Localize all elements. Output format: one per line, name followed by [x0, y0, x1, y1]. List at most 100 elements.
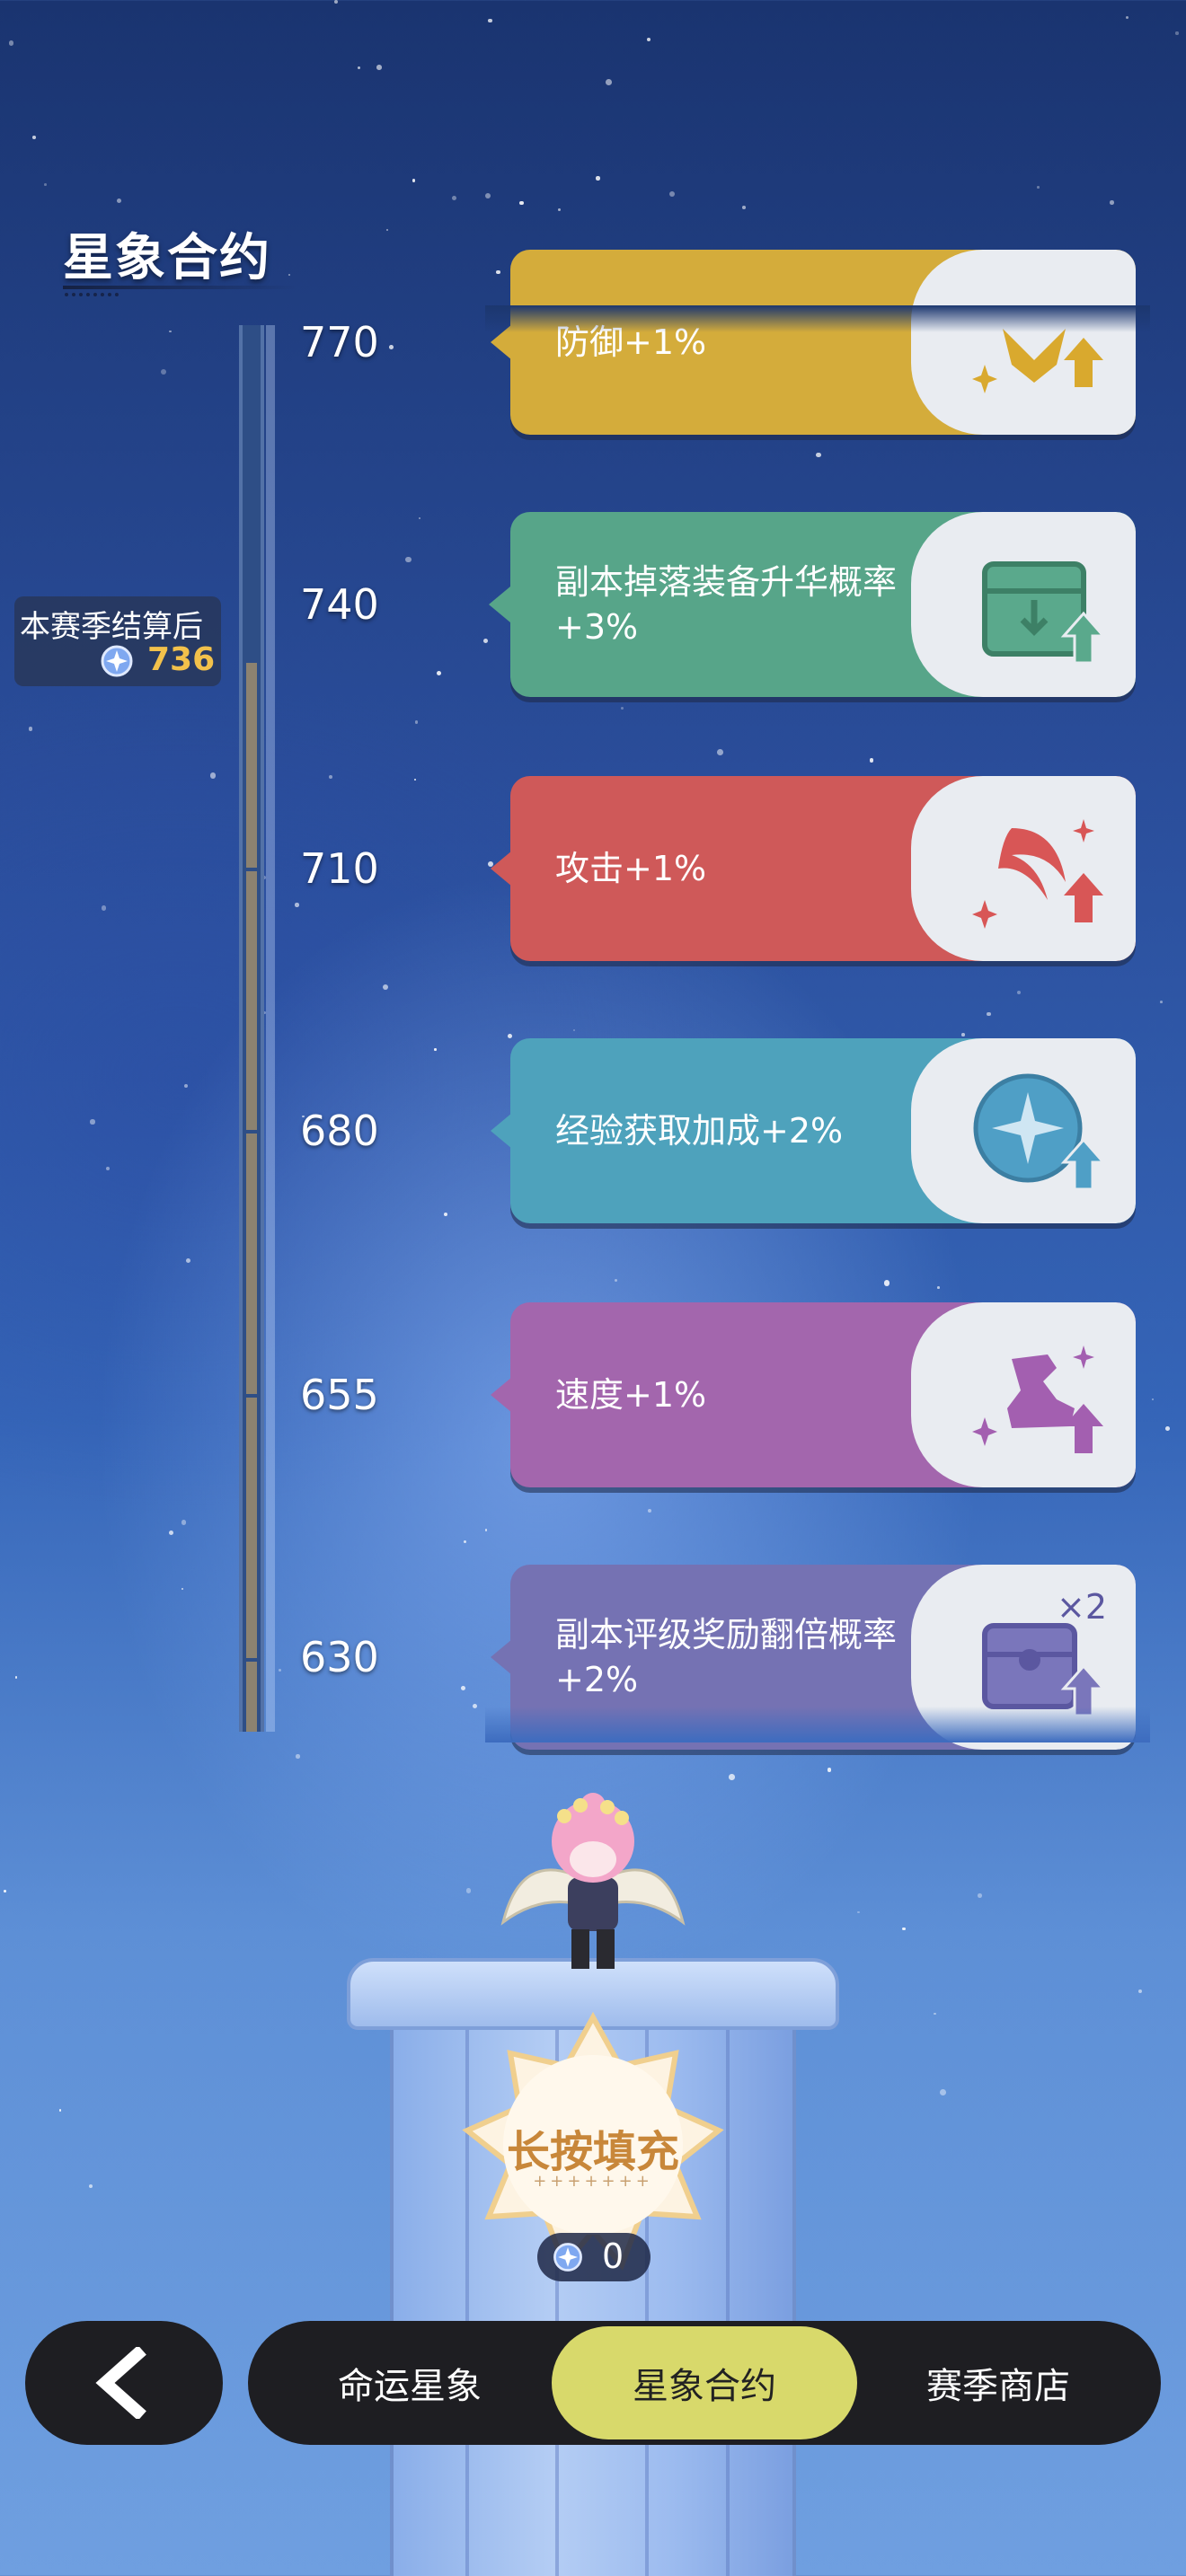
star-dot	[1110, 200, 1115, 206]
reward-card-speed[interactable]: 速度+1%	[491, 1302, 1136, 1487]
tab-constellation-contract[interactable]: 星象合约	[552, 2326, 857, 2439]
star-dot	[102, 905, 107, 911]
reward-text: 攻击+1%	[555, 849, 707, 888]
marker-label: 本赛季结算后	[20, 609, 203, 645]
reward-card-exp-bonus[interactable]: 经验获取加成+2%	[491, 1038, 1136, 1223]
reward-card-equipment-drop[interactable]: 副本掉落装备升华概率+3%	[489, 512, 1136, 697]
star-dot	[32, 136, 36, 140]
back-button[interactable]	[25, 2321, 223, 2445]
fill-button-label: 长按填充	[506, 2127, 679, 2177]
tab-fate-constellation[interactable]: 命运星象	[275, 2326, 544, 2439]
card-pointer	[491, 1113, 512, 1149]
star-dot	[358, 66, 361, 69]
list-fade-top	[485, 305, 1150, 332]
track-tick	[243, 1658, 261, 1662]
star-dot	[413, 779, 417, 781]
card-pointer	[491, 851, 512, 887]
star-dot	[518, 200, 524, 206]
fill-button-dots: +++++++	[533, 2172, 653, 2191]
reward-card-attack[interactable]: 攻击+1%	[491, 776, 1136, 961]
star-dot	[558, 207, 562, 211]
star-dot	[288, 274, 291, 277]
star-dot	[328, 774, 333, 780]
star-dot	[483, 639, 489, 644]
star-dot	[1125, 15, 1129, 19]
star-dot	[385, 228, 389, 232]
progress-track	[239, 325, 264, 1732]
level-label: 770	[300, 318, 379, 366]
star-dot	[388, 344, 394, 349]
star-dot	[333, 0, 338, 4]
level-label: 630	[300, 1633, 379, 1681]
star-dot	[940, 2089, 947, 2096]
star-dot	[596, 176, 600, 181]
star-dot	[488, 19, 492, 23]
progress-track-fill	[246, 662, 257, 1732]
star-dot	[382, 984, 389, 991]
title-dots	[65, 293, 119, 296]
track-tick	[243, 1394, 261, 1398]
star-dot	[936, 1286, 940, 1290]
star-dot	[460, 1685, 465, 1690]
star-dot	[58, 2108, 62, 2112]
star-dot	[883, 1280, 890, 1286]
reward-text: 速度+1%	[555, 1375, 707, 1415]
star-dot	[573, 1029, 576, 1032]
star-dot	[484, 193, 491, 199]
star-dot	[436, 670, 441, 676]
tab-season-shop[interactable]: 赛季商店	[859, 2326, 1137, 2439]
star-dot	[181, 1520, 187, 1525]
level-label: 655	[300, 1371, 379, 1419]
star-dot	[508, 1034, 513, 1039]
star-dot	[961, 1033, 965, 1037]
star-dot	[1151, 1398, 1154, 1400]
chevron-left-icon	[95, 2347, 146, 2419]
star-dot	[496, 269, 500, 275]
box-up-icon	[982, 561, 1107, 665]
double-badge: ×2	[1057, 1590, 1107, 1627]
star-orb-icon	[553, 2243, 582, 2272]
orb-counter: 0	[537, 2233, 651, 2281]
marker-value: 736	[147, 641, 216, 678]
reward-text: 经验获取加成+2%	[555, 1111, 844, 1151]
star-orb-icon	[101, 645, 133, 677]
star-dot	[1037, 186, 1040, 189]
star-dot	[444, 1212, 448, 1216]
star-dot	[169, 330, 172, 333]
star-dot	[14, 1676, 18, 1679]
star-dot	[452, 195, 457, 200]
reward-text: 防御+1%	[555, 322, 707, 362]
star-dot	[279, 1668, 282, 1672]
star-dot	[463, 1539, 466, 1543]
reward-card-defense[interactable]: 防御+1%	[491, 250, 1136, 435]
star-dot	[418, 516, 421, 520]
star-dot	[295, 903, 299, 907]
star-dot	[209, 772, 216, 779]
star-dot	[857, 1910, 860, 1914]
star-dot	[161, 369, 166, 375]
track-tick	[243, 868, 261, 871]
star-dot	[934, 2012, 936, 2016]
star-dot	[434, 1048, 437, 1051]
star-dot	[815, 452, 821, 458]
star-dot	[9, 40, 14, 46]
level-label: 680	[300, 1107, 379, 1155]
star-dot	[88, 2183, 93, 2188]
star-dot	[90, 1119, 95, 1125]
chest-x2-icon: ×2	[982, 1590, 1107, 1717]
orb-counter-value: 0	[602, 2236, 624, 2276]
bottom-tab-bar: 命运星象 星象合约 赛季商店	[248, 2321, 1161, 2445]
star-dot	[28, 727, 33, 731]
star-dot	[412, 179, 416, 182]
level-label: 710	[300, 844, 379, 893]
compass-up-icon	[973, 1073, 1107, 1191]
track-tick	[243, 1130, 261, 1134]
star-dot	[106, 1167, 111, 1170]
star-dot	[647, 1508, 651, 1513]
star-dot	[978, 1893, 982, 1898]
card-pointer	[491, 1639, 512, 1675]
star-dot	[1016, 991, 1021, 995]
star-dot	[185, 1257, 191, 1264]
star-dot	[296, 1754, 300, 1759]
star-dot	[184, 1084, 189, 1089]
